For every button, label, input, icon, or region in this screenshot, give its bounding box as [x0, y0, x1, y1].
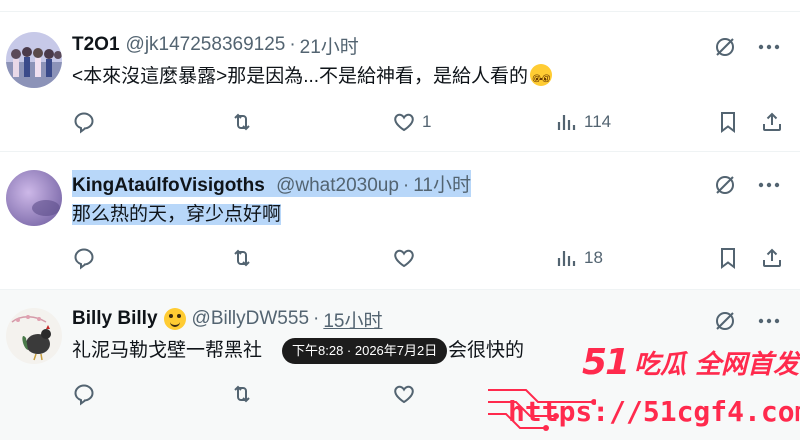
watermark-brand: 51 吃瓜 全网首发	[582, 340, 799, 384]
bookmark-button[interactable]	[716, 244, 740, 272]
avatar[interactable]	[6, 170, 62, 226]
tweet-text-before: 礼泥马勒戈壁一帮黑社	[72, 340, 263, 361]
display-name[interactable]: T2O1	[72, 34, 120, 56]
tweet-text-content: 那么热的天，穿少点好啊	[72, 204, 282, 225]
dizzy-face-emoji-icon	[530, 64, 553, 91]
reply-icon	[74, 384, 94, 406]
share-button[interactable]	[760, 244, 784, 272]
more-horizontal-icon[interactable]	[756, 172, 782, 198]
retweet-button[interactable]	[230, 244, 260, 272]
user-handle[interactable]: @what2030up	[276, 175, 399, 196]
avatar[interactable]	[6, 32, 62, 88]
tweet-text: 那么热的天，穿少点好啊	[72, 202, 282, 228]
zany-face-emoji-icon	[163, 308, 186, 330]
reply-button[interactable]	[72, 244, 102, 272]
like-button[interactable]: 1	[392, 108, 431, 136]
share-button[interactable]	[760, 108, 784, 136]
views-icon	[557, 115, 576, 130]
like-button[interactable]	[392, 244, 422, 272]
tweet-text: <本來沒這麼暴露>那是因為...不是給神看，是給人看的	[72, 64, 553, 91]
like-count: 1	[422, 112, 432, 131]
slash-circle-icon[interactable]	[712, 34, 738, 60]
tweet-header: T2O1 @jk147258369125 · 21小时	[72, 32, 359, 58]
watermark-text: 吃瓜 全网首发	[634, 349, 800, 380]
display-name[interactable]: KingAtaúlfoVisigoths	[72, 175, 265, 196]
tweet-time[interactable]: 11小时	[413, 175, 471, 196]
heart-icon	[394, 249, 414, 268]
more-horizontal-icon[interactable]	[756, 34, 782, 60]
heart-icon	[394, 113, 414, 132]
retweet-button[interactable]	[230, 380, 254, 408]
separator-dot: ·	[402, 174, 410, 196]
tweet-text-content: <本來沒這麼暴露>那是因為...不是給神看，是給人看的	[72, 66, 529, 87]
share-icon	[763, 248, 781, 267]
separator-dot: ·	[313, 308, 320, 329]
tweet-text-after: 会很快的	[448, 340, 525, 361]
user-handle[interactable]: @jk147258369125	[126, 34, 286, 56]
reply-button[interactable]	[72, 380, 96, 408]
tweet-header: KingAtaúlfoVisigoths @what2030up · 11小时	[72, 169, 471, 197]
retweet-icon	[234, 113, 250, 131]
more-horizontal-icon[interactable]	[756, 308, 782, 334]
tweet-action-bar: 18	[72, 244, 784, 272]
watermark-number: 51	[582, 341, 630, 383]
display-name[interactable]: Billy Billy	[72, 308, 158, 330]
views-button[interactable]: 18	[554, 244, 603, 272]
tweet-header: Billy Billy @BillyDW555 · 15小时	[72, 306, 382, 332]
tweet-action-bar: 1 114	[72, 108, 784, 136]
watermark-url: https://51cgf4.com	[508, 395, 800, 428]
share-icon	[763, 112, 781, 131]
reply-icon	[74, 248, 94, 270]
like-button[interactable]	[392, 380, 416, 408]
views-count: 114	[584, 112, 612, 131]
tweet-top-actions	[712, 308, 782, 334]
heart-icon	[394, 385, 414, 404]
views-button[interactable]: 114	[554, 108, 611, 136]
tweet-top-actions	[712, 172, 782, 198]
tweet-top-actions	[712, 34, 782, 60]
views-count: 18	[584, 248, 603, 267]
feed-top-divider	[0, 0, 800, 12]
retweet-icon	[234, 249, 250, 267]
tweet-item[interactable]: KingAtaúlfoVisigoths @what2030up · 11小时 那么…	[0, 152, 800, 290]
slash-circle-icon[interactable]	[712, 172, 738, 198]
bookmark-button[interactable]	[716, 108, 740, 136]
separator-dot: ·	[289, 34, 296, 55]
reply-icon	[74, 112, 94, 134]
bookmark-icon	[721, 112, 735, 133]
tweet-time[interactable]: 21小时	[300, 32, 359, 59]
retweet-icon	[234, 385, 250, 403]
slash-circle-icon[interactable]	[712, 308, 738, 334]
avatar[interactable]	[6, 308, 62, 364]
tweet-item[interactable]: T2O1 @jk147258369125 · 21小时 <本來沒這麼暴露>那是因…	[0, 12, 800, 152]
bookmark-icon	[721, 248, 735, 269]
tweet-time[interactable]: 15小时	[323, 306, 382, 333]
timestamp-tooltip: 下午8:28 · 2026年7月2日	[282, 338, 448, 364]
views-icon	[557, 251, 576, 266]
user-handle[interactable]: @BillyDW555	[192, 308, 309, 330]
retweet-button[interactable]	[230, 108, 260, 136]
reply-button[interactable]	[72, 108, 102, 136]
